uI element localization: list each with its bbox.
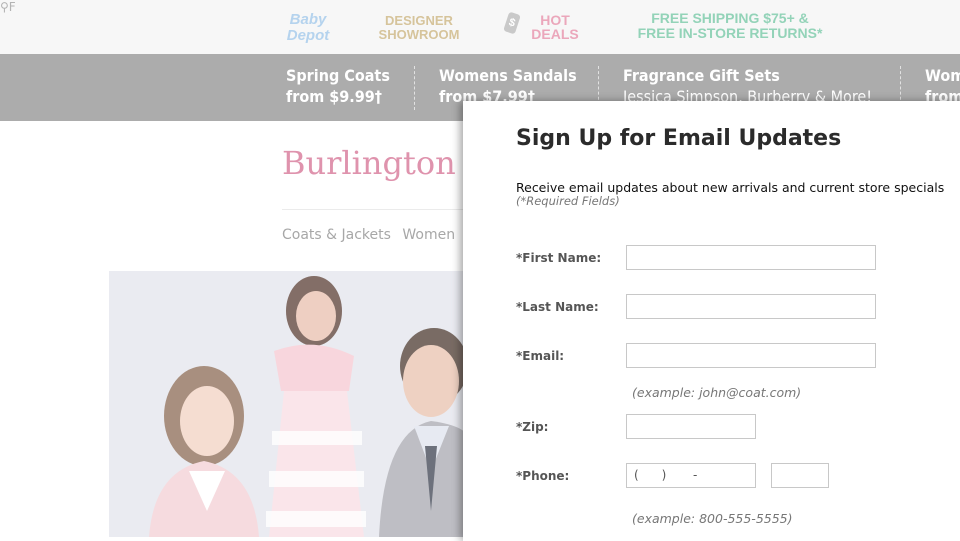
phone-field[interactable]: ( ) - [626,463,756,488]
zip-label: *Zip: [516,420,549,434]
email-example-hint: (example: john@coat.com) [632,385,802,400]
required-fields-note: (*Required Fields) [516,194,620,208]
first-name-field[interactable] [626,245,876,270]
email-signup-modal: Sign Up for Email Updates Receive email … [463,101,960,541]
modal-title: Sign Up for Email Updates [516,126,842,151]
phone-extension-field[interactable] [771,463,829,488]
phone-label: *Phone: [516,469,570,483]
modal-description: Receive email updates about new arrivals… [516,180,945,195]
last-name-field[interactable] [626,294,876,319]
first-name-label: *First Name: [516,251,602,265]
last-name-label: *Last Name: [516,300,599,314]
email-field[interactable] [626,343,876,368]
email-label: *Email: [516,349,565,363]
zip-field[interactable] [626,414,756,439]
phone-example-hint: (example: 800-555-5555) [632,511,793,526]
